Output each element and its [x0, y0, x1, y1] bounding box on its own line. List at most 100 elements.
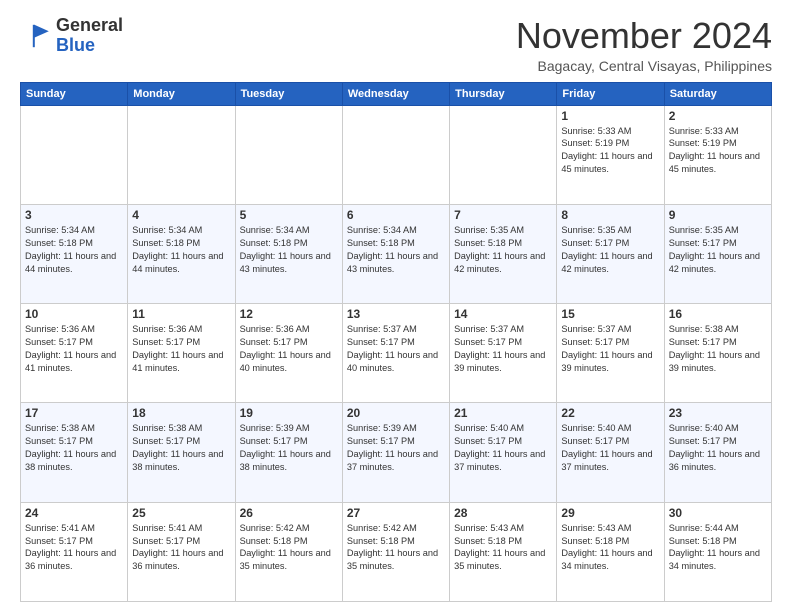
day-info: Sunrise: 5:43 AM Sunset: 5:18 PM Dayligh…	[561, 522, 659, 574]
table-row	[235, 105, 342, 204]
col-thursday: Thursday	[450, 82, 557, 105]
day-info: Sunrise: 5:34 AM Sunset: 5:18 PM Dayligh…	[132, 224, 230, 276]
table-row: 12 Sunrise: 5:36 AM Sunset: 5:17 PM Dayli…	[235, 304, 342, 403]
header: General Blue November 2024 Bagacay, Cent…	[20, 16, 772, 74]
calendar-week-row: 10 Sunrise: 5:36 AM Sunset: 5:17 PM Dayli…	[21, 304, 772, 403]
table-row: 27Sunrise: 5:42 AM Sunset: 5:18 PM Dayli…	[342, 502, 449, 601]
logo: General Blue	[20, 16, 123, 56]
logo-general-text: General	[56, 15, 123, 35]
table-row: 23 Sunrise: 5:40 AM Sunset: 5:17 PM Dayli…	[664, 403, 771, 502]
day-info: Sunrise: 5:37 AM Sunset: 5:17 PM Dayligh…	[347, 323, 445, 375]
table-row: 8 Sunrise: 5:35 AM Sunset: 5:17 PM Daylig…	[557, 204, 664, 303]
day-info: Sunrise: 5:40 AM Sunset: 5:17 PM Dayligh…	[561, 422, 659, 474]
day-number: 17	[25, 406, 123, 420]
logo-text: General Blue	[56, 16, 123, 56]
day-number: 5	[240, 208, 338, 222]
calendar-week-row: 1 Sunrise: 5:33 AM Sunset: 5:19 PM Daylig…	[21, 105, 772, 204]
day-info: Sunrise: 5:36 AM Sunset: 5:17 PM Dayligh…	[240, 323, 338, 375]
page: General Blue November 2024 Bagacay, Cent…	[0, 0, 792, 612]
location-subtitle: Bagacay, Central Visayas, Philippines	[516, 58, 772, 74]
day-info: Sunrise: 5:35 AM Sunset: 5:17 PM Dayligh…	[561, 224, 659, 276]
day-number: 20	[347, 406, 445, 420]
table-row: 7Sunrise: 5:35 AM Sunset: 5:18 PM Daylig…	[450, 204, 557, 303]
day-number: 24	[25, 506, 123, 520]
day-info: Sunrise: 5:41 AM Sunset: 5:17 PM Dayligh…	[25, 522, 123, 574]
calendar-week-row: 17 Sunrise: 5:38 AM Sunset: 5:17 PM Dayli…	[21, 403, 772, 502]
logo-icon	[20, 20, 52, 52]
table-row: 1Sunrise: 5:33 AM Sunset: 5:19 PM Daylig…	[557, 105, 664, 204]
day-info: Sunrise: 5:39 AM Sunset: 5:17 PM Dayligh…	[240, 422, 338, 474]
title-block: November 2024 Bagacay, Central Visayas, …	[516, 16, 772, 74]
day-info: Sunrise: 5:34 AM Sunset: 5:18 PM Dayligh…	[347, 224, 445, 276]
table-row: 14Sunrise: 5:37 AM Sunset: 5:17 PM Dayli…	[450, 304, 557, 403]
day-number: 10	[25, 307, 123, 321]
day-number: 22	[561, 406, 659, 420]
day-number: 6	[347, 208, 445, 222]
day-info: Sunrise: 5:40 AM Sunset: 5:17 PM Dayligh…	[669, 422, 767, 474]
col-tuesday: Tuesday	[235, 82, 342, 105]
day-number: 25	[132, 506, 230, 520]
calendar-table: Sunday Monday Tuesday Wednesday Thursday…	[20, 82, 772, 602]
day-number: 23	[669, 406, 767, 420]
day-number: 26	[240, 506, 338, 520]
day-number: 15	[561, 307, 659, 321]
col-sunday: Sunday	[21, 82, 128, 105]
day-number: 13	[347, 307, 445, 321]
day-info: Sunrise: 5:37 AM Sunset: 5:17 PM Dayligh…	[561, 323, 659, 375]
day-number: 1	[561, 109, 659, 123]
table-row: 2 Sunrise: 5:33 AM Sunset: 5:19 PM Daylig…	[664, 105, 771, 204]
table-row: 5 Sunrise: 5:34 AM Sunset: 5:18 PM Daylig…	[235, 204, 342, 303]
day-info: Sunrise: 5:38 AM Sunset: 5:17 PM Dayligh…	[25, 422, 123, 474]
table-row: 25 Sunrise: 5:41 AM Sunset: 5:17 PM Dayli…	[128, 502, 235, 601]
day-number: 9	[669, 208, 767, 222]
day-number: 4	[132, 208, 230, 222]
table-row: 17 Sunrise: 5:38 AM Sunset: 5:17 PM Dayli…	[21, 403, 128, 502]
day-number: 16	[669, 307, 767, 321]
table-row: 18Sunrise: 5:38 AM Sunset: 5:17 PM Dayli…	[128, 403, 235, 502]
day-info: Sunrise: 5:41 AM Sunset: 5:17 PM Dayligh…	[132, 522, 230, 574]
day-info: Sunrise: 5:36 AM Sunset: 5:17 PM Dayligh…	[132, 323, 230, 375]
day-info: Sunrise: 5:44 AM Sunset: 5:18 PM Dayligh…	[669, 522, 767, 574]
day-number: 12	[240, 307, 338, 321]
day-info: Sunrise: 5:36 AM Sunset: 5:17 PM Dayligh…	[25, 323, 123, 375]
day-number: 8	[561, 208, 659, 222]
table-row: 4 Sunrise: 5:34 AM Sunset: 5:18 PM Daylig…	[128, 204, 235, 303]
table-row: 11 Sunrise: 5:36 AM Sunset: 5:17 PM Dayli…	[128, 304, 235, 403]
day-number: 2	[669, 109, 767, 123]
calendar-week-row: 3 Sunrise: 5:34 AM Sunset: 5:18 PM Daylig…	[21, 204, 772, 303]
month-title: November 2024	[516, 16, 772, 56]
day-info: Sunrise: 5:34 AM Sunset: 5:18 PM Dayligh…	[25, 224, 123, 276]
col-wednesday: Wednesday	[342, 82, 449, 105]
day-number: 30	[669, 506, 767, 520]
logo-blue-text: Blue	[56, 35, 95, 55]
table-row	[128, 105, 235, 204]
day-info: Sunrise: 5:34 AM Sunset: 5:18 PM Dayligh…	[240, 224, 338, 276]
day-info: Sunrise: 5:38 AM Sunset: 5:17 PM Dayligh…	[132, 422, 230, 474]
day-number: 29	[561, 506, 659, 520]
table-row: 15 Sunrise: 5:37 AM Sunset: 5:17 PM Dayli…	[557, 304, 664, 403]
table-row: 19Sunrise: 5:39 AM Sunset: 5:17 PM Dayli…	[235, 403, 342, 502]
day-info: Sunrise: 5:35 AM Sunset: 5:17 PM Dayligh…	[669, 224, 767, 276]
table-row: 29 Sunrise: 5:43 AM Sunset: 5:18 PM Dayli…	[557, 502, 664, 601]
day-info: Sunrise: 5:40 AM Sunset: 5:17 PM Dayligh…	[454, 422, 552, 474]
day-number: 27	[347, 506, 445, 520]
day-number: 11	[132, 307, 230, 321]
day-info: Sunrise: 5:39 AM Sunset: 5:17 PM Dayligh…	[347, 422, 445, 474]
table-row: 20 Sunrise: 5:39 AM Sunset: 5:17 PM Dayli…	[342, 403, 449, 502]
day-info: Sunrise: 5:37 AM Sunset: 5:17 PM Dayligh…	[454, 323, 552, 375]
day-info: Sunrise: 5:38 AM Sunset: 5:17 PM Dayligh…	[669, 323, 767, 375]
col-monday: Monday	[128, 82, 235, 105]
day-info: Sunrise: 5:33 AM Sunset: 5:19 PM Dayligh…	[669, 125, 767, 177]
table-row: 9 Sunrise: 5:35 AM Sunset: 5:17 PM Daylig…	[664, 204, 771, 303]
col-saturday: Saturday	[664, 82, 771, 105]
table-row: 28Sunrise: 5:43 AM Sunset: 5:18 PM Dayli…	[450, 502, 557, 601]
day-number: 28	[454, 506, 552, 520]
day-number: 7	[454, 208, 552, 222]
table-row: 21 Sunrise: 5:40 AM Sunset: 5:17 PM Dayli…	[450, 403, 557, 502]
table-row: 26 Sunrise: 5:42 AM Sunset: 5:18 PM Dayli…	[235, 502, 342, 601]
table-row: 10 Sunrise: 5:36 AM Sunset: 5:17 PM Dayli…	[21, 304, 128, 403]
day-info: Sunrise: 5:42 AM Sunset: 5:18 PM Dayligh…	[240, 522, 338, 574]
day-number: 3	[25, 208, 123, 222]
table-row: 16 Sunrise: 5:38 AM Sunset: 5:17 PM Dayli…	[664, 304, 771, 403]
day-number: 21	[454, 406, 552, 420]
